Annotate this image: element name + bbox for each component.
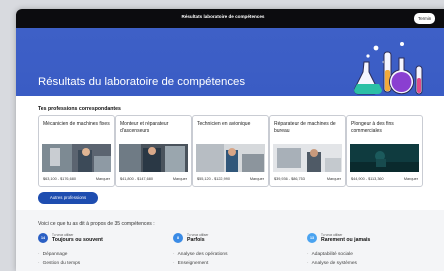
app-window: Résultats laboratoire de compétences Ter… [16,9,444,271]
profession-title: Technicien en avionique [197,121,251,127]
profession-card[interactable]: Réparateur de machines de bureau $39,936… [269,115,346,187]
frequency-label: Toujours ou souvent [52,237,103,243]
bookmark-link[interactable]: Marquer [250,177,264,181]
profession-salary: $63,100 - $176,680 [43,177,76,181]
count-badge: 13 [307,233,317,243]
profession-salary: $44,900 - $113,360 [351,177,384,181]
profession-salary: $55,120 - $122,990 [197,177,230,181]
page-title: Résultats du laboratoire de compétences [38,76,246,88]
skill-item: · Adaptabilité sociale [307,252,353,257]
bookmark-link[interactable]: Marquer [404,177,418,181]
lab-flasks-illustration [354,42,423,95]
profession-photo [42,144,111,172]
count-badge: 8 [173,233,183,243]
skill-item: · Analyse de systèmes [307,261,357,266]
profession-photo [196,144,265,172]
professions-heading: Tes professions correspondantes [38,106,121,112]
profession-salary: $39,936 - $86,753 [274,177,305,181]
skill-item: · Analyse des opérations [173,252,228,257]
profession-title: Mécanicien de machines fixes [43,121,110,127]
skill-item: · Enseignement [173,261,209,266]
top-bar: Résultats laboratoire de compétences Ter… [16,9,444,28]
profession-card[interactable]: Mécanicien de machines fixes $63,100 - $… [38,115,115,187]
window-title: Résultats laboratoire de compétences [181,14,265,19]
skill-item: · Gestion du temps [38,261,81,266]
profession-card[interactable]: Plongeur à des fins commerciales $44,900… [346,115,423,187]
profession-title: Monteur et réparateur d'ascenseurs [120,121,169,134]
profession-photo [119,144,188,172]
more-professions-button[interactable]: Autres professions [38,192,98,204]
hero-banner: Résultats du laboratoire de compétences [16,28,444,96]
profession-title: Plongeur à des fins commerciales [351,121,394,134]
skill-item: · Dépannage [38,252,68,257]
profession-photo [273,144,342,172]
profession-photo [350,144,419,172]
frequency-label: Parfois [187,237,205,243]
count-badge: 14 [38,233,48,243]
profession-salary: $41,800 - $147,680 [120,177,153,181]
profession-title: Réparateur de machines de bureau [274,121,336,134]
profession-card[interactable]: Technicien en avionique $55,120 - $122,9… [192,115,269,187]
bookmark-link[interactable]: Marquer [173,177,187,181]
profession-card[interactable]: Monteur et réparateur d'ascenseurs $41,8… [115,115,192,187]
terminate-button[interactable]: Termin [414,13,436,24]
frequency-label: Rarement ou jamais [321,237,371,243]
bookmark-link[interactable]: Marquer [96,177,110,181]
bookmark-link[interactable]: Marquer [327,177,341,181]
skills-intro: Voici ce que tu as dit à propos de 35 co… [38,221,155,227]
